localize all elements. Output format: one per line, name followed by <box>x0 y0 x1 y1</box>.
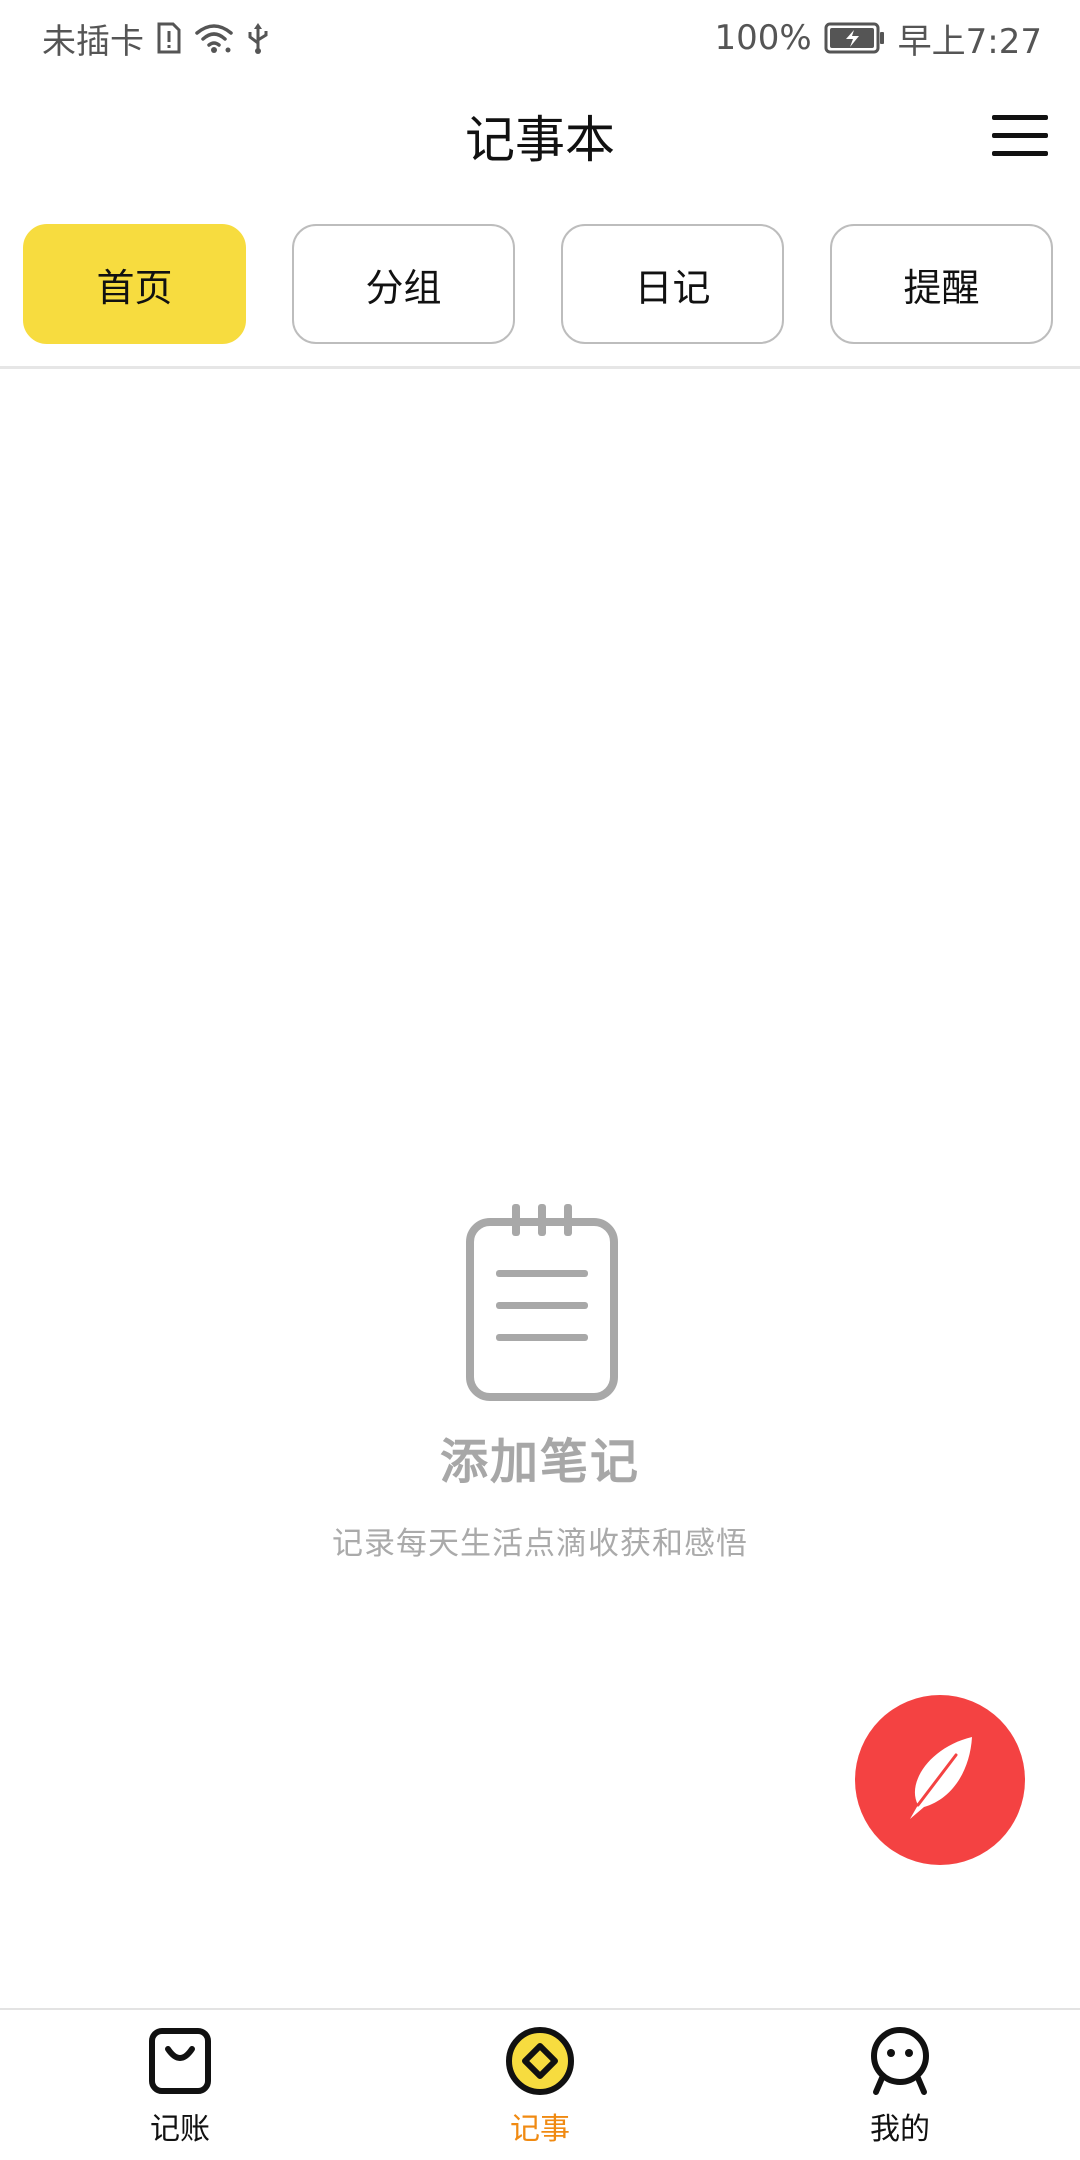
diamond-coin-icon <box>505 2026 575 2096</box>
person-face-icon <box>865 2026 935 2096</box>
page-title: 记事本 <box>465 111 615 169</box>
nav-label-notes: 记事 <box>510 2112 570 2147</box>
clock-text: 早上7:27 <box>897 21 1042 62</box>
nav-label-accounting: 记账 <box>150 2112 210 2147</box>
tabs-divider <box>0 366 1080 369</box>
nav-label-profile: 我的 <box>870 2112 930 2147</box>
hamburger-menu-icon <box>990 111 1050 165</box>
feather-icon <box>900 1733 980 1827</box>
nav-item-profile[interactable]: 我的 <box>720 2010 1080 2160</box>
usb-icon <box>246 21 270 55</box>
status-bar: 未插卡 100% 早上7:27 <box>0 0 1080 76</box>
tab-diary-label: 日记 <box>634 265 711 310</box>
battery-percent-text: 100% <box>714 18 812 58</box>
shopping-bag-icon <box>145 2026 215 2096</box>
status-left: 未插卡 <box>42 14 270 63</box>
tab-diary[interactable]: 日记 <box>561 224 784 344</box>
empty-state-subtitle: 记录每天生活点滴收获和感悟 <box>332 1526 748 1562</box>
empty-state: 添加笔记 记录每天生活点滴收获和感悟 <box>0 1200 1080 1570</box>
empty-state-title: 添加笔记 <box>439 1434 640 1490</box>
nav-item-notes[interactable]: 记事 <box>360 2010 720 2160</box>
tab-reminders[interactable]: 提醒 <box>830 224 1053 344</box>
tab-reminders-label: 提醒 <box>903 265 980 310</box>
app-header: 记事本 <box>0 76 1080 204</box>
menu-button[interactable] <box>988 106 1052 170</box>
bottom-nav: 记账 记事 我的 <box>0 2008 1080 2160</box>
tab-groups-label: 分组 <box>365 265 442 310</box>
tab-home-label: 首页 <box>96 265 173 310</box>
category-tabs: 首页 分组 日记 提醒 <box>23 224 1059 344</box>
add-note-button[interactable] <box>855 1695 1025 1865</box>
sim-alert-icon <box>156 21 182 55</box>
tab-groups[interactable]: 分组 <box>292 224 515 344</box>
notepad-icon <box>462 1200 622 1405</box>
wifi-icon <box>194 21 234 55</box>
tab-home[interactable]: 首页 <box>23 224 246 344</box>
status-right: 100% 早上7:27 <box>714 14 1042 63</box>
battery-charging-icon <box>824 21 886 55</box>
carrier-text: 未插卡 <box>42 21 144 62</box>
nav-item-accounting[interactable]: 记账 <box>0 2010 360 2160</box>
